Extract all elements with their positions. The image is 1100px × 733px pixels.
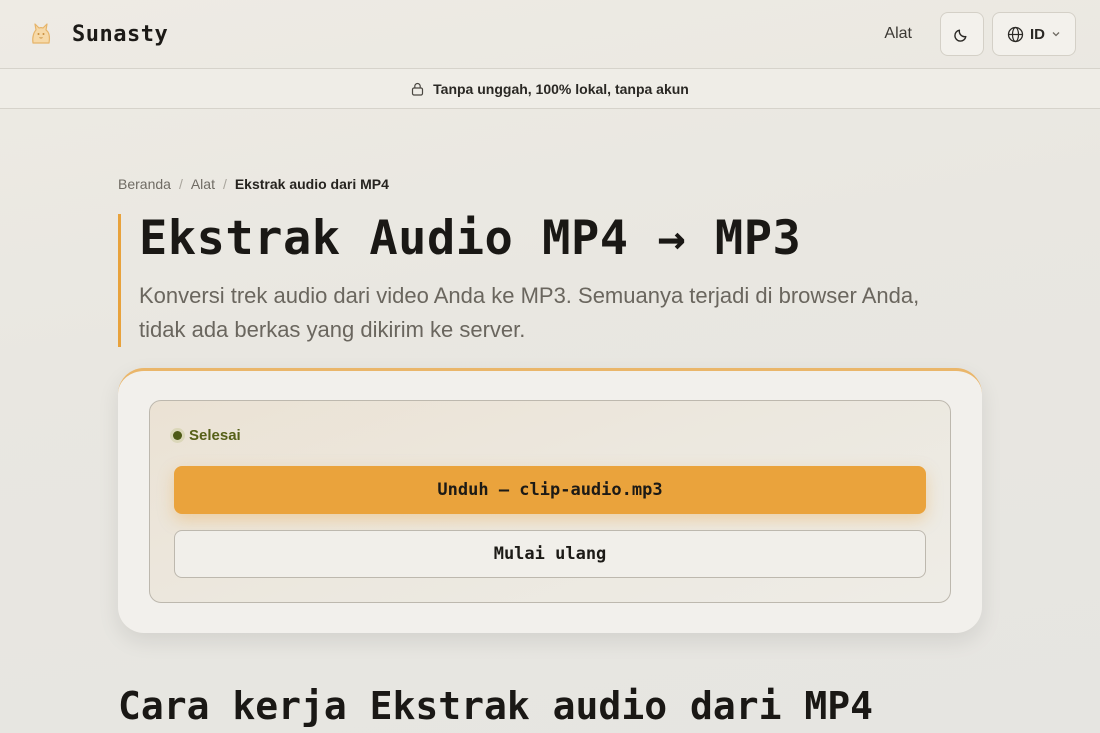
chevron-down-icon xyxy=(1052,32,1060,37)
page-description: Konversi trek audio dari video Anda ke M… xyxy=(139,283,920,343)
brand-link[interactable]: Sunasty xyxy=(26,19,168,49)
hero: Ekstrak Audio MP4 → MP3 Konversi trek au… xyxy=(118,211,948,348)
globe-icon xyxy=(1007,26,1024,42)
status-badge: Selesai xyxy=(173,427,241,444)
privacy-banner-text: Tanpa unggah, 100% lokal, tanpa akun xyxy=(433,80,689,97)
lock-icon xyxy=(412,82,424,96)
language-label: ID xyxy=(1030,25,1045,43)
result-panel: Selesai Unduh — clip-audio.mp3 Mulai ula… xyxy=(149,400,951,603)
breadcrumb: Beranda / Alat / Ekstrak audio dari MP4 xyxy=(118,176,389,192)
cat-icon xyxy=(26,19,56,49)
language-select[interactable]: ID xyxy=(992,12,1076,56)
status-dot-icon xyxy=(173,431,182,440)
top-bar: Sunasty Alat ID xyxy=(0,0,1100,68)
main-nav: Alat ID xyxy=(884,12,1076,56)
brand-name: Sunasty xyxy=(72,21,169,47)
breadcrumb-tools[interactable]: Alat xyxy=(191,176,215,192)
nav-tools-link[interactable]: Alat xyxy=(884,25,912,43)
breadcrumb-home[interactable]: Beranda xyxy=(118,176,171,192)
breadcrumb-separator: / xyxy=(222,176,227,192)
theme-toggle-button[interactable] xyxy=(940,12,984,56)
page-title: Ekstrak Audio MP4 → MP3 xyxy=(139,211,802,266)
how-it-works-heading: Cara kerja Ekstrak audio dari MP4 xyxy=(118,684,873,728)
converter-card: Selesai Unduh — clip-audio.mp3 Mulai ula… xyxy=(118,368,982,633)
privacy-banner: Tanpa unggah, 100% lokal, tanpa akun xyxy=(0,68,1100,109)
breadcrumb-current: Ekstrak audio dari MP4 xyxy=(234,176,389,192)
status-label: Selesai xyxy=(189,427,241,444)
restart-button[interactable]: Mulai ulang xyxy=(174,530,926,578)
breadcrumb-separator: / xyxy=(178,176,183,192)
moon-icon xyxy=(954,29,967,42)
download-button[interactable]: Unduh — clip-audio.mp3 xyxy=(174,466,926,514)
